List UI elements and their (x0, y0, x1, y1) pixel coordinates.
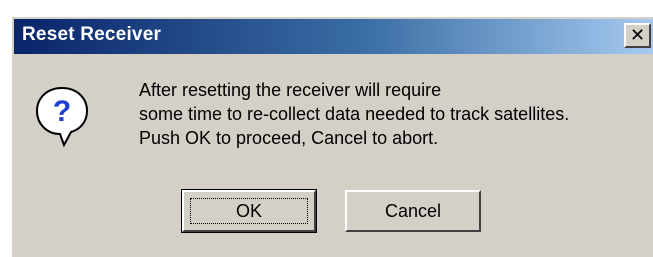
svg-text:?: ? (53, 95, 71, 128)
message-text: After resetting the receiver will requir… (139, 78, 569, 150)
cancel-button[interactable]: Cancel (345, 190, 481, 232)
message-line: Push OK to proceed, Cancel to abort. (139, 128, 439, 148)
message-line: After resetting the receiver will requir… (139, 80, 442, 100)
message-line: some time to re-collect data needed to t… (139, 104, 570, 124)
title-bar[interactable]: Reset Receiver ✕ (14, 19, 653, 54)
question-icon: ? (35, 86, 89, 148)
close-button[interactable]: ✕ (624, 23, 651, 48)
ok-button[interactable]: OK (181, 189, 317, 233)
close-icon: ✕ (629, 25, 646, 45)
reset-receiver-dialog: Reset Receiver ✕ ? After resetting the r… (10, 15, 653, 257)
cancel-button-label: Cancel (384, 200, 442, 221)
focus-rect (190, 198, 308, 224)
dialog-title: Reset Receiver (22, 24, 162, 45)
